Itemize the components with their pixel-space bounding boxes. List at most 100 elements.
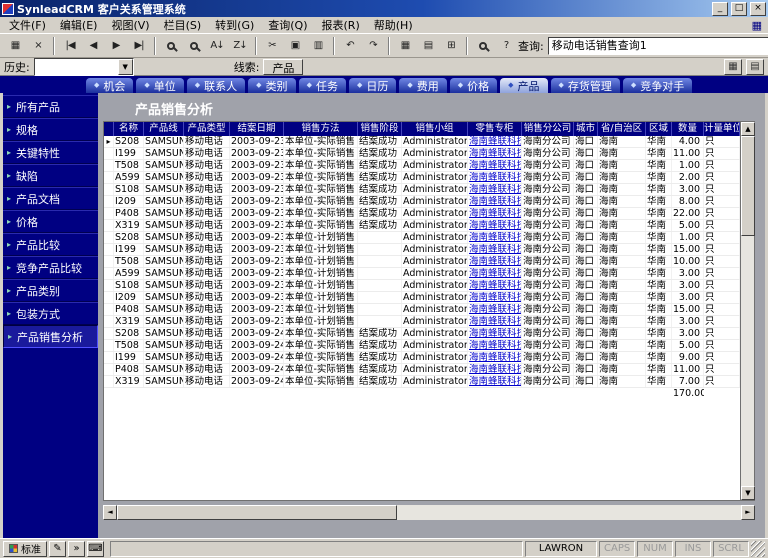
sidebar-item-price[interactable]: ▸价格 bbox=[3, 210, 98, 233]
pen-button[interactable]: ✎ bbox=[49, 541, 66, 557]
window-menu-icon[interactable]: ▦ bbox=[752, 19, 766, 32]
table-row[interactable]: P408SAMSUNG移动电话2003-09-23本单位-计划销售Adminis… bbox=[104, 304, 740, 316]
find-button[interactable] bbox=[472, 36, 494, 56]
print-button[interactable]: ▤ bbox=[417, 36, 439, 56]
retail-store-link[interactable]: 海南蜂联科技 bbox=[469, 256, 522, 267]
sidebar-item-defects[interactable]: ▸缺陷 bbox=[3, 164, 98, 187]
table-row[interactable]: S108SAMSUNG移动电话2003-09-23本单位-实际销售结案成功Adm… bbox=[104, 184, 740, 196]
header-cell[interactable]: 名称 bbox=[114, 122, 144, 136]
header-cell[interactable]: 城市 bbox=[574, 122, 598, 136]
sidebar-item-key-features[interactable]: ▸关键特性 bbox=[3, 141, 98, 164]
retail-store-link[interactable]: 海南蜂联科技 bbox=[469, 376, 522, 387]
sort-descending-button[interactable]: Z↓ bbox=[229, 36, 251, 56]
retail-store-link[interactable]: 海南蜂联科技 bbox=[469, 172, 522, 183]
header-cell[interactable]: 销售阶段 bbox=[358, 122, 402, 136]
table-row[interactable]: T508SAMSUNG移动电话2003-09-23本单位-计划销售Adminis… bbox=[104, 256, 740, 268]
paste-button[interactable]: ▥ bbox=[307, 36, 329, 56]
header-cell[interactable]: 销售小组 bbox=[402, 122, 468, 136]
minimize-button[interactable]: _ bbox=[712, 2, 728, 16]
cut-button[interactable]: ✂ bbox=[261, 36, 283, 56]
table-row[interactable]: P408SAMSUNG移动电话2003-09-24本单位-实际销售结案成功Adm… bbox=[104, 364, 740, 376]
retail-store-link[interactable]: 海南蜂联科技 bbox=[469, 280, 522, 291]
sidebar-item-product-documents[interactable]: ▸产品文档 bbox=[3, 187, 98, 210]
table-row[interactable]: X319SAMSUNG移动电话2003-09-24本单位-实际销售结案成功Adm… bbox=[104, 376, 740, 388]
header-cell[interactable]: 省/自治区 bbox=[598, 122, 646, 136]
tab-inventory[interactable]: ◆存货管理 bbox=[551, 78, 620, 93]
retail-store-link[interactable]: 海南蜂联科技 bbox=[469, 208, 522, 219]
tab-opportunity[interactable]: ◆机会 bbox=[86, 78, 133, 93]
tab-contact[interactable]: ◆联系人 bbox=[187, 78, 245, 93]
new-record-button[interactable]: ▦ bbox=[4, 36, 26, 56]
next-record-button[interactable]: ▶ bbox=[105, 36, 127, 56]
tab-task[interactable]: ◆任务 bbox=[299, 78, 346, 93]
copy-button[interactable]: ▣ bbox=[284, 36, 306, 56]
keyboard-button[interactable]: ⌨ bbox=[87, 541, 104, 557]
preview-button[interactable]: ⊞ bbox=[440, 36, 462, 56]
tab-unit[interactable]: ◆单位 bbox=[136, 78, 183, 93]
header-cell[interactable]: 区域 bbox=[646, 122, 672, 136]
resize-grip[interactable] bbox=[751, 541, 765, 557]
menu-item-report[interactable]: 报表(R) bbox=[315, 16, 367, 34]
restore-button[interactable]: □ bbox=[731, 2, 747, 16]
retail-store-link[interactable]: 海南蜂联科技 bbox=[469, 328, 522, 339]
tab-calendar[interactable]: ◆日历 bbox=[349, 78, 396, 93]
horizontal-scrollbar[interactable]: ◄ ► bbox=[103, 505, 755, 520]
table-row[interactable]: T508SAMSUNG移动电话2003-09-24本单位-实际销售结案成功Adm… bbox=[104, 340, 740, 352]
delete-record-button[interactable]: × bbox=[27, 36, 49, 56]
menu-item-query[interactable]: 查询(Q) bbox=[261, 16, 314, 34]
history-dropdown-arrow[interactable]: ▼ bbox=[118, 59, 133, 75]
table-row[interactable]: I199SAMSUNG移动电话2003-09-23本单位-计划销售Adminis… bbox=[104, 244, 740, 256]
sort-ascending-button[interactable]: A↓ bbox=[206, 36, 228, 56]
table-row[interactable]: I209SAMSUNG移动电话2003-09-23本单位-实际销售结案成功Adm… bbox=[104, 196, 740, 208]
undo-button[interactable]: ↶ bbox=[339, 36, 361, 56]
retail-store-link[interactable]: 海南蜂联科技 bbox=[469, 316, 522, 327]
close-button[interactable]: × bbox=[750, 2, 766, 16]
sidebar-item-competitor-product-compare[interactable]: ▸竞争产品比较 bbox=[3, 256, 98, 279]
scroll-right-button[interactable]: ► bbox=[741, 505, 755, 520]
retail-store-link[interactable]: 海南蜂联科技 bbox=[469, 244, 522, 255]
retail-store-link[interactable]: 海南蜂联科技 bbox=[469, 352, 522, 363]
retail-store-link[interactable]: 海南蜂联科技 bbox=[469, 136, 522, 147]
retail-store-link[interactable]: 海南蜂联科技 bbox=[469, 196, 522, 207]
product-context-button[interactable]: 产品 bbox=[263, 59, 303, 75]
retail-store-link[interactable]: 海南蜂联科技 bbox=[469, 232, 522, 243]
first-record-button[interactable]: |◀ bbox=[59, 36, 81, 56]
header-cell[interactable]: 产品类型 bbox=[184, 122, 230, 136]
tab-competitor[interactable]: ◆竞争对手 bbox=[623, 78, 692, 93]
header-cell[interactable]: 数量 bbox=[672, 122, 704, 136]
menu-item-help[interactable]: 帮助(H) bbox=[367, 16, 420, 34]
table-row[interactable]: I199SAMSUNG移动电话2003-09-23本单位-实际销售结案成功Adm… bbox=[104, 148, 740, 160]
retail-store-link[interactable]: 海南蜂联科技 bbox=[469, 268, 522, 279]
help-button[interactable]: ? bbox=[495, 36, 517, 56]
header-cell[interactable]: 结案日期 bbox=[230, 122, 284, 136]
table-row[interactable]: I199SAMSUNG移动电话2003-09-24本单位-实际销售结案成功Adm… bbox=[104, 352, 740, 364]
menu-item-edit[interactable]: 编辑(E) bbox=[53, 16, 105, 34]
retail-store-link[interactable]: 海南蜂联科技 bbox=[469, 292, 522, 303]
menu-item-file[interactable]: 文件(F) bbox=[2, 16, 53, 34]
retail-store-link[interactable]: 海南蜂联科技 bbox=[469, 148, 522, 159]
table-row[interactable]: S208SAMSUNG移动电话2003-09-23本单位-计划销售Adminis… bbox=[104, 232, 740, 244]
sidebar-item-product-category[interactable]: ▸产品类别 bbox=[3, 279, 98, 302]
style-button[interactable]: 标准 bbox=[3, 541, 47, 557]
header-cell[interactable]: 产品线 bbox=[144, 122, 184, 136]
tab-expense[interactable]: ◆费用 bbox=[399, 78, 446, 93]
table-row[interactable]: X319SAMSUNG移动电话2003-09-23本单位-计划销售Adminis… bbox=[104, 316, 740, 328]
layout-grid-button[interactable]: ▦ bbox=[724, 59, 742, 75]
last-record-button[interactable]: ▶| bbox=[128, 36, 150, 56]
scroll-up-button[interactable]: ▲ bbox=[741, 122, 755, 136]
table-row[interactable]: S108SAMSUNG移动电话2003-09-23本单位-计划销售Adminis… bbox=[104, 280, 740, 292]
app-icon[interactable] bbox=[2, 3, 14, 15]
table-row[interactable]: S208SAMSUNG移动电话2003-09-24本单位-实际销售结案成功Adm… bbox=[104, 328, 740, 340]
scroll-left-button[interactable]: ◄ bbox=[103, 505, 117, 520]
table-row[interactable]: ▸S208SAMSUNG移动电话2003-09-23本单位-实际销售结案成功Ad… bbox=[104, 136, 740, 148]
tab-product[interactable]: ◆产品 bbox=[500, 78, 547, 93]
table-row[interactable]: T508SAMSUNG移动电话2003-09-23本单位-实际销售结案成功Adm… bbox=[104, 160, 740, 172]
horizontal-scroll-thumb[interactable] bbox=[117, 505, 397, 520]
sidebar-item-specifications[interactable]: ▸规格 bbox=[3, 118, 98, 141]
sidebar-item-all-products[interactable]: ▸所有产品 bbox=[3, 95, 98, 118]
table-row[interactable]: A599SAMSUNG移动电话2003-09-23本单位-实际销售结案成功Adm… bbox=[104, 172, 740, 184]
menu-item-view[interactable]: 视图(V) bbox=[104, 16, 156, 34]
zoom-button[interactable] bbox=[183, 36, 205, 56]
expand-button[interactable]: » bbox=[68, 541, 85, 557]
vertical-scrollbar[interactable]: ▲ ▼ bbox=[740, 122, 754, 500]
